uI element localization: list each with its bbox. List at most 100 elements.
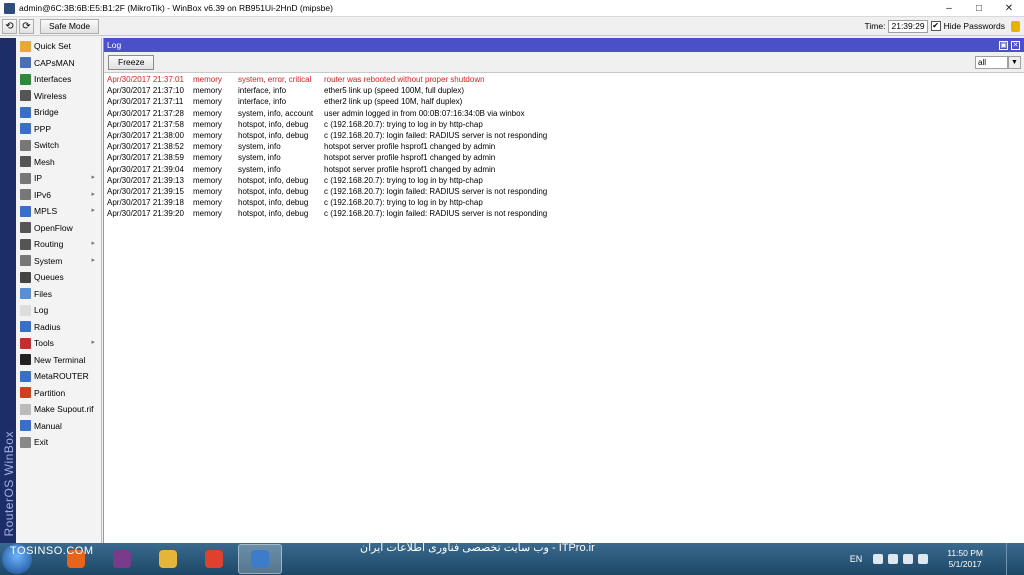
ipv6-icon <box>20 189 31 201</box>
taskbar-app-recorder[interactable] <box>192 544 236 574</box>
sidebar-item-ipv6[interactable]: IPv6 ▸ <box>16 187 101 204</box>
taskbar-app-winrar[interactable] <box>100 544 144 574</box>
log-row[interactable]: Apr/30/2017 21:37:11 memory interface, inf… <box>104 96 1024 107</box>
sidebar-item-ppp[interactable]: PPP <box>16 121 101 138</box>
sidebar-item-mpls[interactable]: MPLS ▸ <box>16 203 101 220</box>
sidebar-item-label: Exit <box>34 437 49 448</box>
supout-icon <box>20 403 31 415</box>
log-buffer: memory <box>193 75 222 85</box>
submenu-arrow-icon: ▸ <box>91 339 95 346</box>
log-row[interactable]: Apr/30/2017 21:39:20 memory hotspot, info,… <box>104 208 1024 219</box>
time-label: Time: <box>864 21 886 31</box>
quick-set-icon <box>20 40 31 52</box>
filter-select[interactable]: all <box>975 55 1008 69</box>
tray-flag-icon[interactable] <box>873 554 884 564</box>
taskbar-app-winbox[interactable] <box>238 544 282 574</box>
time-value: 21:39:29 <box>888 19 928 33</box>
sidebar-item-capsman[interactable]: CAPsMAN <box>16 55 101 72</box>
minimize-button[interactable]: – <box>934 0 964 17</box>
log-row[interactable]: Apr/30/2017 21:39:04 memory system, info ho… <box>104 164 1024 175</box>
sidebar-item-label: Switch <box>34 140 60 151</box>
safe-mode-button[interactable]: Safe Mode <box>40 18 100 34</box>
sidebar-item-label: Partition <box>34 387 66 398</box>
log-row[interactable]: Apr/30/2017 21:39:13 memory hotspot, info,… <box>104 175 1024 186</box>
sidebar-item-radius[interactable]: Radius <box>16 319 101 336</box>
log-row[interactable]: Apr/30/2017 21:38:59 memory system, info ho… <box>104 152 1024 163</box>
submenu-arrow-icon: ▸ <box>91 240 95 247</box>
window-title: admin@6C:3B:6B:E5:B1:2F (MikroTik) - Win… <box>19 3 333 13</box>
exit-icon <box>20 436 31 448</box>
restore-icon[interactable]: ▣ <box>999 40 1008 50</box>
sidebar-item-metarouter[interactable]: MetaROUTER <box>16 368 101 385</box>
log-message: c (192.168.20.7): login failed: RADIUS s… <box>324 186 548 196</box>
log-topics: interface, info <box>238 97 287 107</box>
dropdown-arrow-icon[interactable]: ▼ <box>1008 55 1021 69</box>
log-row[interactable]: Apr/30/2017 21:38:52 memory system, info ho… <box>104 141 1024 152</box>
sidebar-item-bridge[interactable]: Bridge <box>16 104 101 121</box>
undo-button[interactable]: ⟲ <box>2 18 17 34</box>
log-row[interactable]: Apr/30/2017 21:37:28 memory system, info, … <box>104 108 1024 119</box>
sidebar-menu: Quick Set CAPsMAN Interfaces Wireless Bridge… <box>16 38 102 543</box>
log-row[interactable]: Apr/30/2017 21:37:58 memory hotspot, info,… <box>104 119 1024 130</box>
sidebar-item-partition[interactable]: Partition <box>16 385 101 402</box>
sidebar-item-label: Wireless <box>34 90 67 101</box>
log-buffer: memory <box>193 209 222 219</box>
sidebar-item-system[interactable]: System ▸ <box>16 253 101 270</box>
sidebar-item-make-supout-rif[interactable]: Make Supout.rif <box>16 401 101 418</box>
sidebar-item-quick-set[interactable]: Quick Set <box>16 38 101 55</box>
log-row[interactable]: Apr/30/2017 21:39:15 memory hotspot, info,… <box>104 186 1024 197</box>
log-message: user admin logged in from 00:0B:07:16:34… <box>324 108 525 118</box>
log-buffer: memory <box>193 108 222 118</box>
sidebar-item-label: Routing <box>34 239 64 250</box>
sidebar-item-manual[interactable]: Manual <box>16 418 101 435</box>
volume-icon[interactable] <box>918 554 929 564</box>
sidebar-item-queues[interactable]: Queues <box>16 269 101 286</box>
log-message: c (192.168.20.7): login failed: RADIUS s… <box>324 131 548 141</box>
sidebar-item-interfaces[interactable]: Interfaces <box>16 71 101 88</box>
log-filter[interactable]: all ▼ <box>975 55 1021 69</box>
log-title: Log <box>107 40 122 50</box>
sidebar-item-tools[interactable]: Tools ▸ <box>16 335 101 352</box>
sidebar-item-files[interactable]: Files <box>16 286 101 303</box>
system-icon <box>20 255 31 267</box>
log-row[interactable]: Apr/30/2017 21:37:10 memory interface, inf… <box>104 85 1024 96</box>
log-table: Apr/30/2017 21:37:01 memory system, error,… <box>104 73 1024 219</box>
sidebar-item-ip[interactable]: IP ▸ <box>16 170 101 187</box>
sidebar-item-routing[interactable]: Routing ▸ <box>16 236 101 253</box>
sidebar-item-log[interactable]: Log <box>16 302 101 319</box>
sidebar-item-mesh[interactable]: Mesh <box>16 154 101 171</box>
log-topics: system, info <box>238 153 281 163</box>
terminal-icon <box>20 354 31 366</box>
sidebar-item-switch[interactable]: Switch <box>16 137 101 154</box>
log-message: router was rebooted without proper shutd… <box>324 75 485 85</box>
language-indicator[interactable]: EN <box>850 554 863 564</box>
close-icon[interactable]: ✕ <box>1011 40 1020 50</box>
log-buffer: memory <box>193 175 222 185</box>
hide-passwords-label: Hide Passwords <box>943 21 1005 31</box>
sidebar-item-wireless[interactable]: Wireless <box>16 88 101 105</box>
sidebar-item-label: CAPsMAN <box>34 57 75 68</box>
log-topics: interface, info <box>238 86 287 96</box>
log-row[interactable]: Apr/30/2017 21:38:00 memory hotspot, info,… <box>104 130 1024 141</box>
log-topics: system, info <box>238 164 281 174</box>
winbox-app-icon <box>4 2 15 14</box>
sidebar-item-label: System <box>34 255 63 266</box>
taskbar-app-file-explorer[interactable] <box>146 544 190 574</box>
log-row[interactable]: Apr/30/2017 21:39:18 memory hotspot, info,… <box>104 197 1024 208</box>
interfaces-icon <box>20 73 31 85</box>
tools-icon <box>20 337 31 349</box>
sidebar-item-openflow[interactable]: OpenFlow <box>16 220 101 237</box>
freeze-button[interactable]: Freeze <box>108 54 155 70</box>
hide-passwords-checkbox[interactable]: ✔ <box>930 21 941 31</box>
clock[interactable]: 11:50 PM 5/1/2017 <box>947 548 983 570</box>
sidebar-item-label: IP <box>34 173 43 184</box>
log-row[interactable]: Apr/30/2017 21:37:01 memory system, error,… <box>104 74 1024 85</box>
sidebar-item-exit[interactable]: Exit <box>16 434 101 451</box>
network-icon[interactable] <box>903 554 914 564</box>
show-desktop-button[interactable] <box>1006 543 1016 575</box>
redo-button[interactable]: ⟳ <box>19 18 34 34</box>
tray-shield-icon[interactable] <box>888 554 899 564</box>
maximize-button[interactable]: □ <box>964 0 994 17</box>
close-button[interactable]: ✕ <box>994 0 1024 17</box>
sidebar-item-new-terminal[interactable]: New Terminal <box>16 352 101 369</box>
